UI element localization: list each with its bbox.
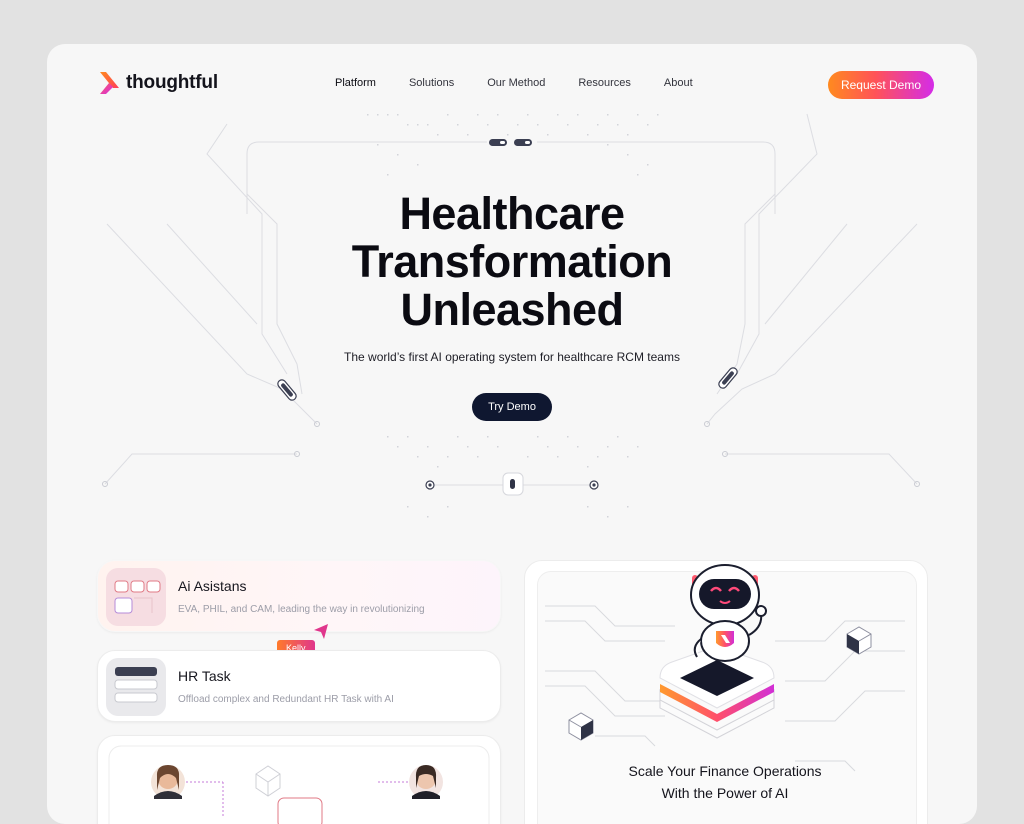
brand-logo[interactable]: thoughtful — [98, 71, 218, 95]
feature-card-ai-assistants[interactable]: Ai Asistans EVA, PHIL, and CAM, leading … — [96, 559, 502, 633]
nav-about[interactable]: About — [664, 77, 693, 89]
toggle-icon — [489, 139, 507, 146]
workflow-diagram — [108, 745, 490, 824]
feature-title: Ai Asistans — [178, 578, 247, 594]
hr-task-thumbnail — [106, 658, 166, 716]
robot-card-caption: Scale Your Finance Operations With the P… — [524, 760, 926, 804]
nav-solutions[interactable]: Solutions — [409, 77, 454, 89]
chip-right-icon — [718, 367, 738, 389]
chip-left-icon — [277, 379, 297, 401]
ai-assistants-thumbnail — [106, 568, 166, 626]
feature-description: Offload complex and Redundant HR Task wi… — [178, 694, 394, 705]
workflow-card — [97, 735, 501, 824]
toggle-icon — [514, 139, 532, 146]
hero-title-line: Healthcare — [399, 188, 625, 239]
hero-title: Healthcare Transformation Unleashed — [47, 190, 977, 334]
hero-title-line: Transformation — [351, 236, 673, 287]
feature-card-hr-task[interactable]: HR Task Offload complex and Redundant HR… — [97, 650, 501, 722]
page-frame: thoughtful Platform Solutions Our Method… — [47, 44, 977, 824]
feature-description: EVA, PHIL, and CAM, leading the way in r… — [178, 604, 425, 615]
request-demo-button[interactable]: Request Demo — [828, 71, 934, 99]
caption-line: Scale Your Finance Operations — [628, 763, 822, 779]
avatar — [151, 765, 185, 799]
cube-icon — [846, 626, 872, 655]
cube-icon — [255, 765, 281, 797]
logo-mark-icon — [100, 72, 119, 94]
platform-icon — [659, 647, 775, 739]
main-nav: Platform Solutions Our Method Resources … — [335, 77, 726, 89]
center-node-icon — [425, 472, 599, 496]
cursor-icon — [314, 624, 328, 639]
nav-our-method[interactable]: Our Method — [487, 77, 545, 89]
app-grid-icon — [114, 580, 161, 614]
try-demo-button[interactable]: Try Demo — [472, 393, 552, 421]
nav-platform[interactable]: Platform — [335, 77, 376, 89]
hero-title-line: Unleashed — [400, 284, 624, 335]
list-icon — [114, 667, 158, 703]
cube-icon — [568, 712, 594, 741]
avatar — [409, 765, 443, 799]
dot-grid-top — [367, 114, 659, 176]
robot-icon — [690, 564, 767, 662]
caption-line: With the Power of AI — [661, 785, 789, 801]
hero-subtitle: The world’s first AI operating system fo… — [344, 350, 680, 364]
nav-resources[interactable]: Resources — [578, 77, 631, 89]
feature-title: HR Task — [178, 668, 231, 684]
brand-name: thoughtful — [126, 72, 218, 93]
